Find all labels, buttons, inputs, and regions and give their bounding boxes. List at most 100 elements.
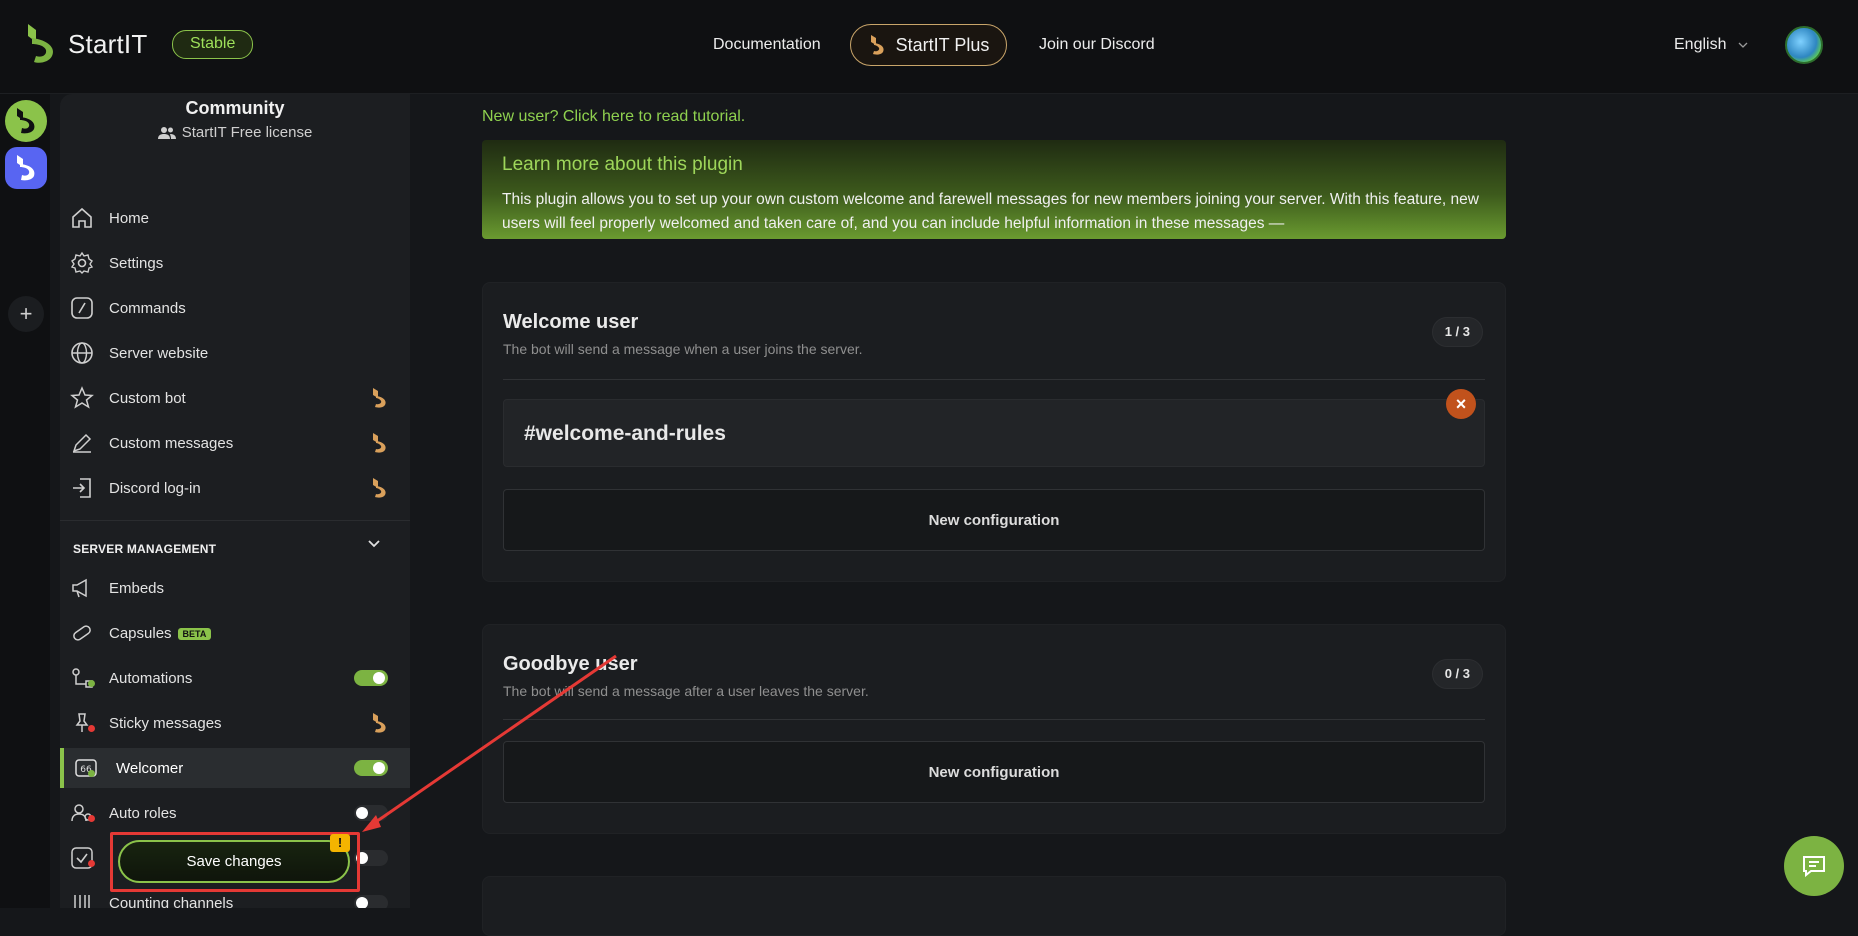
- info-title: Learn more about this plugin: [502, 154, 743, 175]
- language-select[interactable]: English: [1674, 36, 1748, 54]
- goodbye-title: Goodbye user: [503, 653, 638, 675]
- startit-plus-label: StartIT Plus: [895, 34, 990, 55]
- sidebar-item-label: Home: [109, 209, 150, 227]
- toggle-knob: [373, 762, 385, 774]
- sidebar-item-label: Custom bot: [109, 389, 186, 407]
- sidebar-item-label: Counting channels: [109, 894, 234, 909]
- welcome-subtitle: The bot will send a message when a user …: [503, 341, 863, 357]
- pen-icon: [72, 433, 92, 453]
- premium-icon: [373, 713, 386, 733]
- card-divider: [503, 379, 1485, 380]
- premium-icon: [373, 433, 386, 453]
- warning-icon: !: [330, 834, 350, 852]
- welcomer-toggle[interactable]: [354, 760, 388, 776]
- server-rail: +: [0, 94, 50, 908]
- info-text: This plugin allows you to set up your ow…: [502, 191, 1479, 232]
- status-dot-red: [88, 815, 95, 822]
- sidebar-item-automations[interactable]: Automations: [60, 658, 410, 698]
- save-changes-button[interactable]: Save changes: [118, 840, 350, 883]
- next-card: [482, 876, 1506, 936]
- license-text: StartIT Free license: [181, 124, 313, 141]
- status-dot-red: [88, 860, 95, 867]
- sidebar-item-custom-bot[interactable]: Custom bot: [60, 378, 410, 418]
- counting-icon: [74, 895, 90, 908]
- sidebar-item-capsules[interactable]: Capsules BETA: [60, 613, 410, 653]
- sidebar-item-label: Capsules BETA: [109, 625, 212, 642]
- goodbye-counter: 0 / 3: [1431, 659, 1483, 689]
- goodbye-new-configuration-button[interactable]: New configuration: [503, 741, 1485, 803]
- sidebar-item-label: Auto roles: [109, 804, 177, 822]
- goodbye-user-card: Goodbye user The bot will send a message…: [482, 624, 1506, 834]
- welcome-counter: 1 / 3: [1431, 317, 1483, 347]
- chevron-down-icon: [1739, 42, 1748, 48]
- automations-toggle[interactable]: [354, 670, 388, 686]
- sidebar-item-settings[interactable]: Settings: [60, 243, 410, 283]
- slash-command-icon: [71, 297, 93, 319]
- sidebar-item-label: Custom messages: [109, 434, 234, 452]
- top-bar: StartIT Stable Documentation StartIT Plu…: [0, 0, 1858, 94]
- home-icon: [72, 207, 92, 228]
- startit-plus-button[interactable]: StartIT Plus: [850, 24, 1007, 66]
- status-dot-red: [88, 725, 95, 732]
- toggle-knob: [373, 672, 385, 684]
- sidebar-item-label: Settings: [109, 254, 164, 272]
- nav-documentation[interactable]: Documentation: [713, 36, 821, 54]
- sidebar-item-welcomer[interactable]: 66 Welcomer: [60, 748, 410, 788]
- sidebar-item-sticky-messages[interactable]: Sticky messages: [60, 703, 410, 743]
- startit-server-icon: [17, 155, 35, 181]
- sidebar-item-discord-login[interactable]: Discord log-in: [60, 468, 410, 508]
- support-chat-button[interactable]: [1784, 836, 1844, 896]
- user-avatar[interactable]: [1785, 26, 1823, 64]
- remove-config-button[interactable]: ×: [1446, 389, 1476, 419]
- sidebar-item-auto-roles[interactable]: Auto roles: [60, 793, 410, 833]
- sidebar-item-label: Commands: [109, 299, 186, 317]
- sidebar-item-label: Server website: [109, 344, 209, 362]
- status-dot-green: [88, 770, 95, 777]
- sidebar-item-label: Discord log-in: [109, 479, 201, 497]
- stable-badge[interactable]: Stable: [172, 30, 254, 59]
- globe-icon: [71, 342, 93, 364]
- sidebar-item-label: Automations: [109, 669, 193, 687]
- welcomer-icon: 66: [75, 759, 97, 777]
- sidebar-item-embeds[interactable]: Embeds: [60, 568, 410, 608]
- license-label: StartIT Free license: [60, 124, 410, 141]
- server-management-heading: SERVER MANAGEMENT: [73, 542, 217, 556]
- goodbye-subtitle: The bot will send a message after a user…: [503, 683, 869, 699]
- sidebar-item-label: Embeds: [109, 579, 165, 597]
- welcome-title: Welcome user: [503, 311, 639, 333]
- premium-icon: [373, 388, 386, 408]
- welcome-new-configuration-button[interactable]: New configuration: [503, 489, 1485, 551]
- nav-join-discord[interactable]: Join our Discord: [1039, 36, 1155, 54]
- counting-toggle[interactable]: [354, 895, 388, 908]
- server-icon-community[interactable]: [5, 147, 47, 189]
- megaphone-icon: [72, 578, 87, 598]
- beta-badge: BETA: [177, 627, 212, 640]
- add-server-button[interactable]: +: [8, 296, 44, 332]
- plugin-info-box: Learn more about this plugin This plugin…: [482, 140, 1506, 239]
- channel-name: #welcome-and-rules: [524, 422, 726, 445]
- community-name: Community: [185, 98, 285, 118]
- sidebar-item-commands[interactable]: Commands: [60, 288, 410, 328]
- toggle-knob: [356, 897, 368, 908]
- sidebar-item-home[interactable]: Home: [60, 198, 410, 238]
- card-divider: [503, 719, 1485, 720]
- sidebar-item-custom-messages[interactable]: Custom messages: [60, 423, 410, 463]
- brand-logo[interactable]: StartIT: [22, 22, 147, 66]
- login-icon: [73, 478, 91, 498]
- sidebar-item-server-website[interactable]: Server website: [60, 333, 410, 373]
- welcome-config-item[interactable]: #welcome-and-rules: [503, 399, 1485, 467]
- welcome-user-card: Welcome user The bot will send a message…: [482, 282, 1506, 582]
- gear-icon: [70, 251, 94, 274]
- sidebar: Community StartIT Free license Home Sett…: [60, 94, 410, 908]
- plus-logo-icon: [870, 35, 884, 55]
- startit-server-icon: [17, 108, 35, 134]
- auto-roles-toggle[interactable]: [354, 805, 388, 821]
- sidebar-divider: [60, 520, 410, 521]
- server-icon-startit[interactable]: [5, 100, 47, 142]
- language-label: English: [1674, 36, 1727, 53]
- capsule-icon: [73, 625, 91, 641]
- chat-icon: [1803, 856, 1825, 878]
- chevron-down-icon[interactable]: [368, 540, 380, 548]
- toggle-knob: [356, 807, 368, 819]
- tutorial-link[interactable]: New user? Click here to read tutorial.: [482, 108, 745, 126]
